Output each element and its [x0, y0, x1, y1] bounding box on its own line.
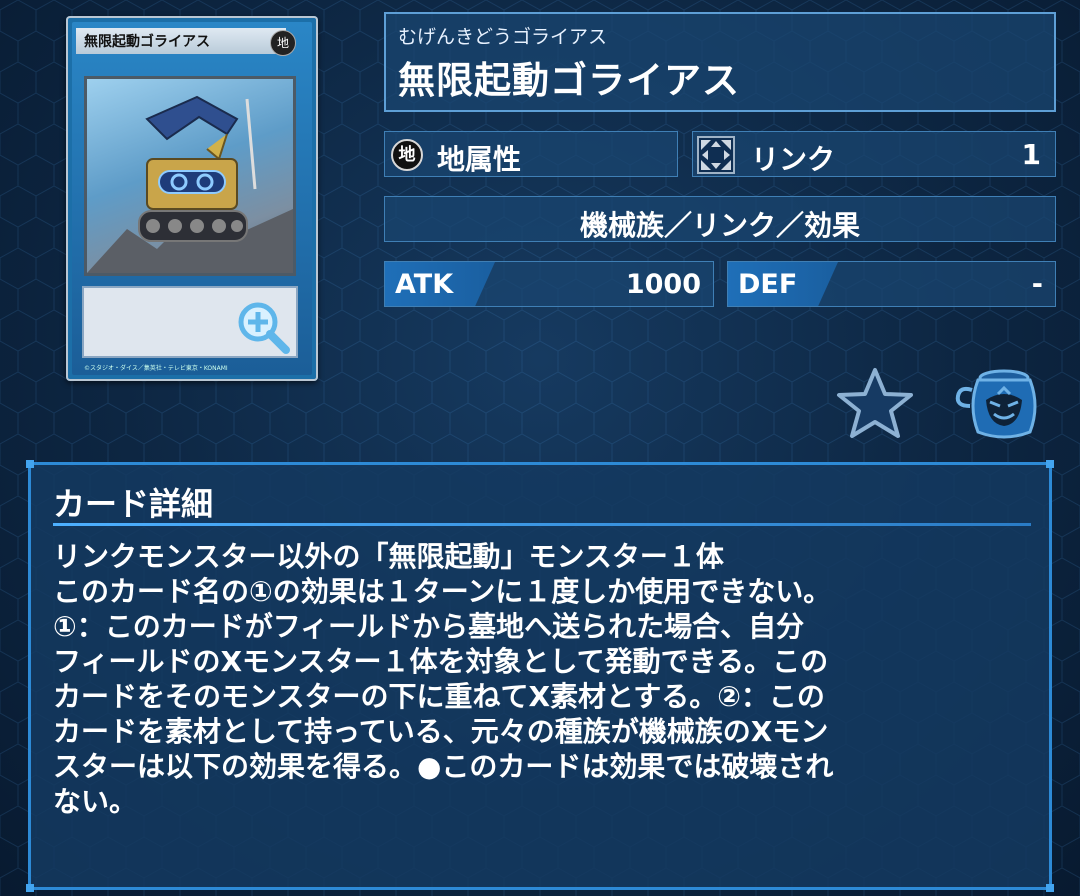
def-label: DEF — [738, 269, 798, 300]
card-artwork — [84, 76, 296, 276]
card-name-plate: 無限起動ゴライアス — [76, 28, 286, 54]
card-title: 無限起動ゴライアス — [398, 59, 740, 102]
card-attribute-badge: 地 — [270, 30, 296, 56]
favorite-button[interactable] — [836, 366, 914, 440]
pot-button[interactable] — [950, 366, 1042, 444]
link-label: リンク — [751, 143, 836, 176]
corner-ornament — [26, 884, 34, 892]
earth-attribute-icon: 地 — [391, 139, 423, 171]
atk-label: ATK — [395, 269, 454, 300]
link-arrows-icon — [697, 136, 735, 174]
detail-divider — [53, 523, 1031, 526]
card-detail-panel: カード詳細 リンクモンスター以外の「無限起動」モンスター１体 このカード名の①の… — [26, 460, 1054, 892]
atk-panel: ATK 1000 — [384, 261, 714, 307]
link-panel: リンク 1 — [692, 131, 1056, 177]
pot-icon — [955, 369, 1037, 439]
zoom-button[interactable] — [234, 298, 292, 356]
card-image[interactable]: 無限起動ゴライアス 地 ©スタジオ・ダイス／集英社・テレビ東京・KONAMI — [66, 16, 318, 381]
corner-ornament — [1046, 460, 1054, 468]
attribute-label: 地属性 — [437, 143, 522, 176]
def-value: - — [1031, 269, 1043, 300]
card-copyright: ©スタジオ・ダイス／集英社・テレビ東京・KONAMI — [84, 365, 228, 372]
star-icon — [837, 368, 913, 438]
card-name-panel: むげんきどうゴライアス 無限起動ゴライアス — [384, 12, 1056, 112]
card-effect-text[interactable]: リンクモンスター以外の「無限起動」モンスター１体 このカード名の①の効果は１ター… — [53, 539, 1043, 819]
type-panel: 機械族／リンク／効果 — [384, 196, 1056, 242]
detail-title: カード詳細 — [53, 485, 214, 523]
def-panel: DEF - — [727, 261, 1056, 307]
zoom-icon — [238, 302, 290, 354]
atk-value: 1000 — [625, 269, 701, 300]
corner-ornament — [1046, 884, 1054, 892]
attribute-panel: 地 地属性 — [384, 131, 678, 177]
link-rating: 1 — [1021, 138, 1041, 171]
corner-ornament — [26, 460, 34, 468]
card-reading: むげんきどうゴライアス — [398, 26, 608, 48]
monster-type: 機械族／リンク／効果 — [579, 209, 860, 242]
robot-illustration — [87, 95, 293, 273]
